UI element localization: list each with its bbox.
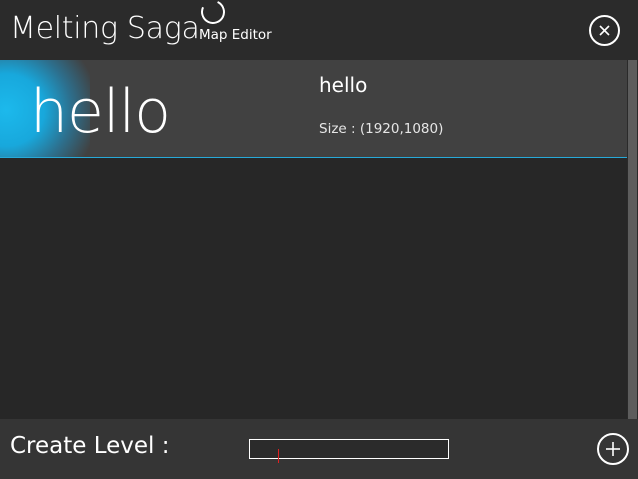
plus-icon [606,442,620,456]
app-subtitle: Map Editor [199,27,272,43]
create-level-label: Create Level : [10,433,170,459]
scrollbar-thumb[interactable] [628,60,637,419]
text-cursor [278,449,279,463]
level-name: hello [319,73,368,97]
app-title: Melting Saga [10,11,200,46]
map-editor-window: Melting Saga Map Editor hello hello Size… [0,0,638,479]
level-name-input[interactable] [249,439,449,459]
close-icon [599,25,610,36]
level-size: Size : (1920,1080) [319,121,444,137]
logo-icon [197,0,229,28]
footer: Create Level : [0,419,638,479]
header: Melting Saga Map Editor [0,0,638,60]
add-level-button[interactable] [597,433,629,465]
level-list[interactable]: hello hello Size : (1920,1080) [0,60,627,419]
level-thumbnail-text: hello [30,77,171,147]
list-scrollbar[interactable] [627,60,638,419]
close-button[interactable] [589,15,620,46]
level-list-item[interactable]: hello hello Size : (1920,1080) [0,60,627,158]
